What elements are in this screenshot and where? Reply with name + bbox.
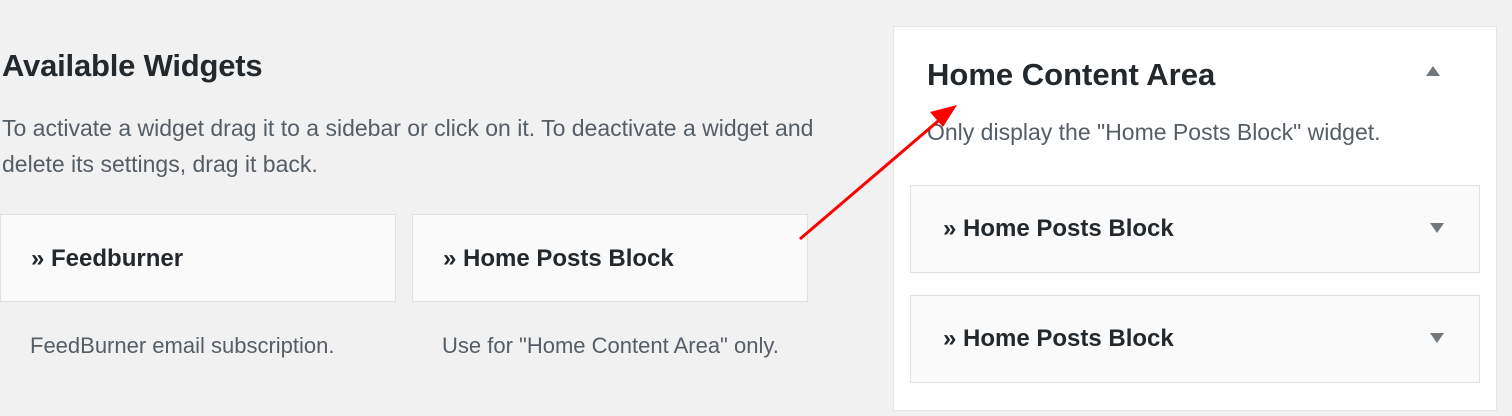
widget-title: » Feedburner (31, 245, 184, 272)
widget-home-posts-block-description: Use for "Home Content Area" only. (442, 333, 779, 358)
widget-feedburner[interactable]: » Feedburner (0, 214, 396, 302)
widget-title: » Home Posts Block (443, 245, 674, 272)
sidebar-widget-home-posts-block[interactable]: » Home Posts Block (910, 295, 1480, 383)
sidebar-description: Only display the "Home Posts Block" widg… (927, 119, 1381, 145)
caret-down-icon[interactable] (1425, 326, 1449, 350)
caret-up-icon[interactable] (1418, 59, 1448, 83)
available-widgets-section: Available Widgets To activate a widget d… (0, 0, 830, 416)
widget-home-posts-block[interactable]: » Home Posts Block (412, 214, 808, 302)
widget-title: » Home Posts Block (943, 215, 1174, 242)
sidebar-title: Home Content Area (927, 57, 1216, 92)
widget-title: » Home Posts Block (943, 325, 1174, 352)
sidebar-home-content-area: Home Content Area Only display the "Home… (893, 26, 1497, 411)
available-widgets-title: Available Widgets (2, 48, 263, 83)
available-widgets-description: To activate a widget drag it to a sideba… (2, 115, 814, 177)
widgets-screen: Available Widgets To activate a widget d… (0, 0, 1512, 416)
widget-feedburner-description: FeedBurner email subscription. (30, 333, 335, 358)
caret-down-icon[interactable] (1425, 216, 1449, 240)
sidebar-widget-home-posts-block[interactable]: » Home Posts Block (910, 185, 1480, 273)
